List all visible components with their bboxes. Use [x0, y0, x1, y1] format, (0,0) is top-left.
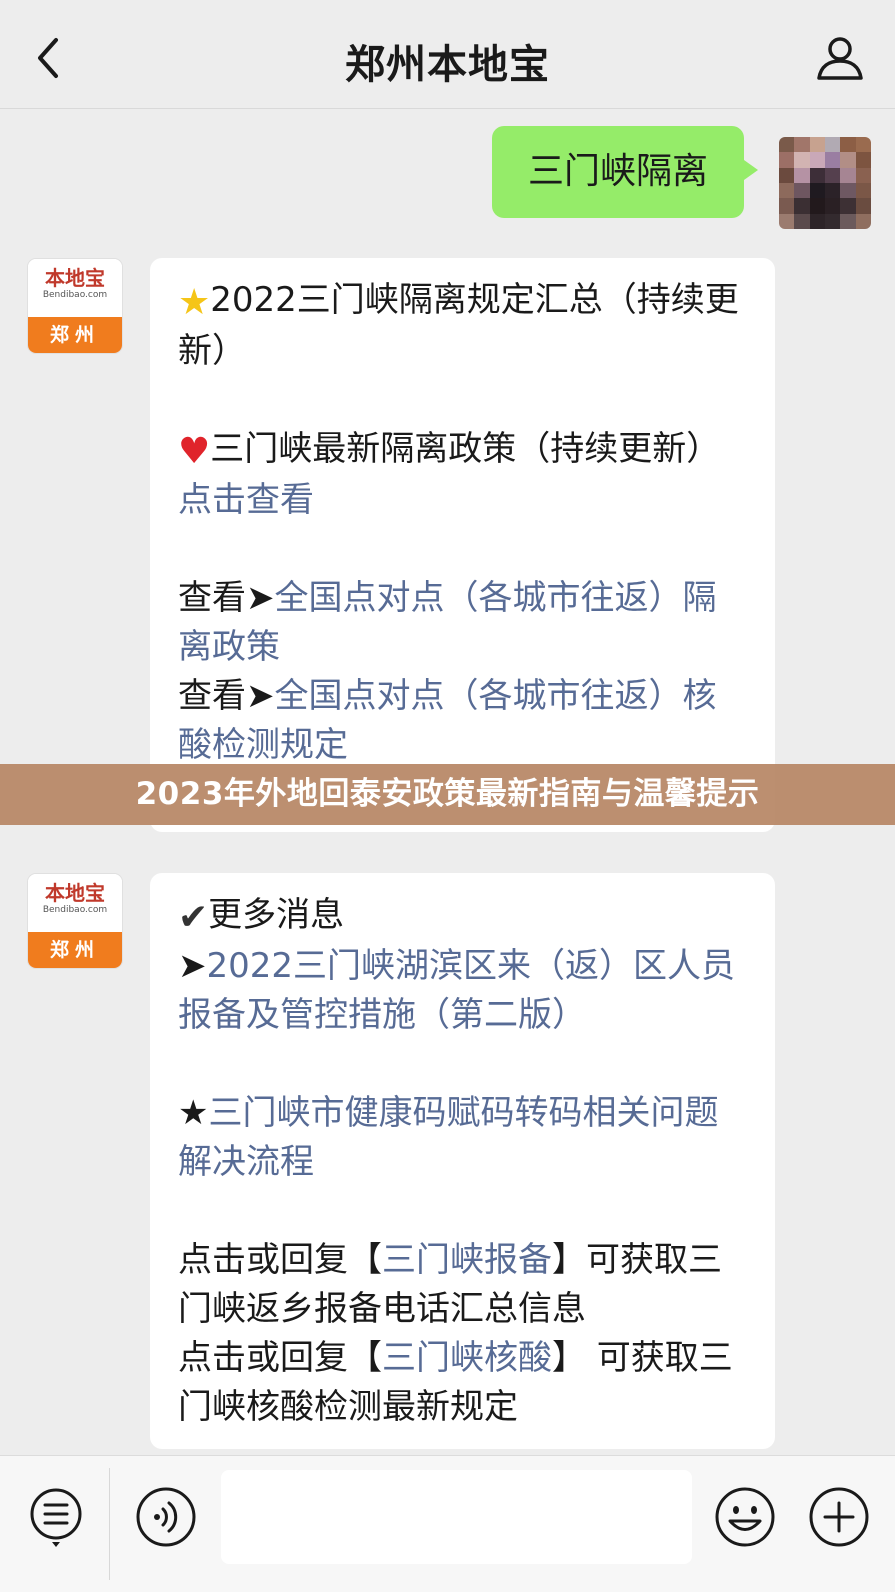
person-icon: [817, 37, 863, 80]
emoji-icon: [715, 1487, 775, 1547]
outgoing-message[interactable]: 三门峡隔离: [492, 126, 758, 218]
input-toolbar: [0, 1455, 895, 1592]
incoming-message: ★2022三门峡隔离规定汇总（持续更新） ♥三门峡最新隔离政策（持续更新） 点击…: [150, 258, 775, 832]
top-bar: 郑州本地宝: [0, 0, 895, 109]
user-avatar[interactable]: [779, 137, 871, 229]
bot-city-label: 郑州: [28, 317, 122, 353]
menu-button[interactable]: [28, 1486, 90, 1548]
profile-button[interactable]: [815, 34, 865, 82]
view-link[interactable]: 点击查看: [178, 480, 314, 520]
menu-icon: [30, 1488, 82, 1547]
message-line: ✔更多消息: [178, 895, 345, 938]
voice-icon: [136, 1487, 196, 1547]
health-code-link[interactable]: 三门峡市健康码赋码转码相关问题解决流程: [178, 1093, 718, 1182]
message-line: ★2022三门峡隔离规定汇总（持续更新）: [178, 280, 739, 371]
toolbar-divider: [109, 1468, 110, 1580]
hubin-district-policy-link[interactable]: 2022三门峡湖滨区来（返）区人员报备及管控措施（第二版）: [178, 946, 735, 1035]
bot-logo: 本地宝 Bendibao.com: [28, 259, 122, 317]
heart-icon: ♥: [178, 431, 211, 472]
page-title: 郑州本地宝: [345, 42, 550, 88]
voice-button[interactable]: [135, 1486, 197, 1548]
star-bullet-icon: ★: [178, 1093, 209, 1133]
check-icon: ✔: [178, 897, 209, 938]
outgoing-message-text: 三门峡隔离: [527, 151, 708, 192]
incoming-message: ✔更多消息 ➤2022三门峡湖滨区来（返）区人员报备及管控措施（第二版） ★三门…: [150, 873, 775, 1449]
star-icon: ★: [178, 282, 211, 323]
bot-avatar[interactable]: 本地宝 Bendibao.com 郑州: [28, 259, 122, 353]
message-input[interactable]: [221, 1470, 692, 1564]
bot-city-label: 郑州: [28, 932, 122, 968]
message-line: ♥三门峡最新隔离政策（持续更新）: [178, 429, 721, 472]
emoji-button[interactable]: [714, 1486, 776, 1548]
plus-icon: [809, 1487, 869, 1547]
bot-avatar[interactable]: 本地宝 Bendibao.com 郑州: [28, 874, 122, 968]
more-button[interactable]: [808, 1486, 870, 1548]
bot-logo: 本地宝 Bendibao.com: [28, 874, 122, 932]
headline-banner: 2023年外地回泰安政策最新指南与温馨提示: [0, 764, 895, 825]
nucleic-keyword-link[interactable]: 三门峡核酸: [382, 1338, 552, 1378]
report-keyword-link[interactable]: 三门峡报备: [382, 1240, 552, 1280]
